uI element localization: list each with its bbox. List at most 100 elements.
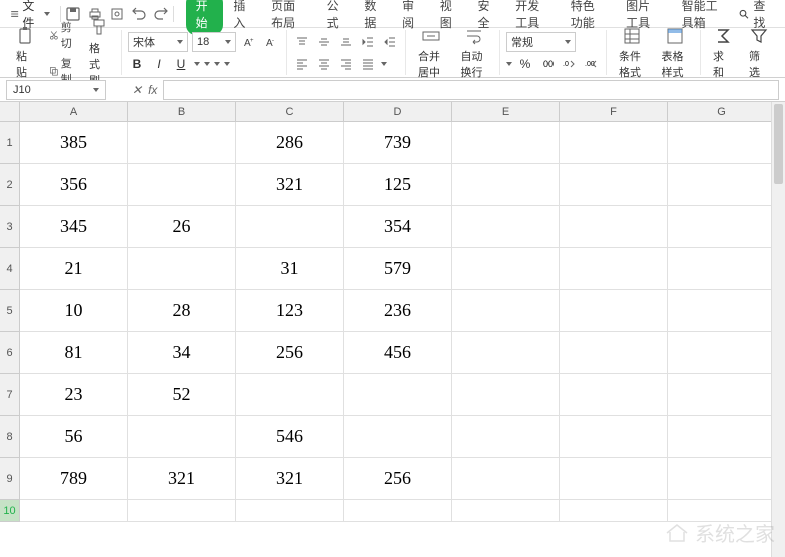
cell-E5[interactable] [452,290,560,332]
redo-icon[interactable] [153,6,169,22]
cell-C9[interactable]: 321 [236,458,344,500]
cell-B5[interactable]: 28 [128,290,236,332]
col-header-E[interactable]: E [452,102,560,122]
align-bottom-button[interactable] [337,33,355,51]
row-header-7[interactable]: 7 [0,374,20,416]
col-header-D[interactable]: D [344,102,452,122]
cell-E9[interactable] [452,458,560,500]
align-center-button[interactable] [315,55,333,73]
cell-G1[interactable] [668,122,776,164]
row-header-4[interactable]: 4 [0,248,20,290]
cell-E8[interactable] [452,416,560,458]
cell-B2[interactable] [128,164,236,206]
border-button[interactable] [194,62,200,66]
decrease-indent-button[interactable] [359,33,377,51]
row-header-3[interactable]: 3 [0,206,20,248]
col-header-F[interactable]: F [560,102,668,122]
row-header-1[interactable]: 1 [0,122,20,164]
increase-indent-button[interactable] [381,33,399,51]
italic-button[interactable]: I [150,55,168,73]
align-left-button[interactable] [293,55,311,73]
row-header-2[interactable]: 2 [0,164,20,206]
conditional-format-button[interactable]: 条件格式 [613,24,652,82]
cell-F5[interactable] [560,290,668,332]
col-header-A[interactable]: A [20,102,128,122]
increase-font-button[interactable]: A+ [240,33,258,51]
font-name-combo[interactable]: 宋体 [128,32,188,52]
underline-button[interactable]: U [172,55,190,73]
cell-A9[interactable]: 789 [20,458,128,500]
currency-button[interactable]: ¥ [506,62,512,66]
format-painter-button[interactable]: 格式刷 [83,16,115,90]
align-right-button[interactable] [337,55,355,73]
increase-decimal-button[interactable]: .0 [560,55,578,73]
name-box[interactable]: J10 [6,80,106,100]
orientation-button[interactable]: ab [381,62,387,66]
cell-A7[interactable]: 23 [20,374,128,416]
cell-B7[interactable]: 52 [128,374,236,416]
cell-D8[interactable] [344,416,452,458]
bold-button[interactable]: B [128,55,146,73]
cell-B4[interactable] [128,248,236,290]
cell-A1[interactable]: 385 [20,122,128,164]
font-color-button[interactable]: A [214,62,220,66]
cell-F7[interactable] [560,374,668,416]
comma-button[interactable]: 000 [538,55,556,73]
cell-G7[interactable] [668,374,776,416]
cell-C5[interactable]: 123 [236,290,344,332]
row-header-5[interactable]: 5 [0,290,20,332]
cell-F3[interactable] [560,206,668,248]
align-middle-button[interactable] [315,33,333,51]
scrollbar-thumb[interactable] [774,104,783,184]
vertical-scrollbar[interactable] [771,102,785,557]
cell-D7[interactable] [344,374,452,416]
cell-A8[interactable]: 56 [20,416,128,458]
filter-button[interactable]: 筛选 [743,24,775,82]
number-format-combo[interactable]: 常规 [506,32,576,52]
wrap-text-button[interactable]: 自动换行 [455,24,494,82]
fill-color-button[interactable] [204,62,210,66]
percent-button[interactable]: % [516,55,534,73]
align-top-button[interactable] [293,33,311,51]
font-size-combo[interactable]: 18 [192,32,236,52]
cut-button[interactable]: 剪切 [46,18,79,52]
cell-D3[interactable]: 354 [344,206,452,248]
col-header-C[interactable]: C [236,102,344,122]
decrease-font-button[interactable]: A- [262,33,280,51]
cell-A3[interactable]: 345 [20,206,128,248]
cell-E1[interactable] [452,122,560,164]
cell-C2[interactable]: 321 [236,164,344,206]
fx-icon[interactable]: fx [148,83,157,97]
undo-icon[interactable] [131,6,147,22]
cell-G5[interactable] [668,290,776,332]
cell-A5[interactable]: 10 [20,290,128,332]
cell-C6[interactable]: 256 [236,332,344,374]
cell-C3[interactable] [236,206,344,248]
cell-B8[interactable] [128,416,236,458]
table-style-button[interactable]: 表格样式 [656,24,695,82]
cell-G10[interactable] [668,500,776,522]
cell-B3[interactable]: 26 [128,206,236,248]
paste-button[interactable]: 粘贴 [10,24,42,82]
cell-A10[interactable] [20,500,128,522]
justify-button[interactable] [359,55,377,73]
cell-G2[interactable] [668,164,776,206]
cell-E10[interactable] [452,500,560,522]
cell-C7[interactable] [236,374,344,416]
cell-G4[interactable] [668,248,776,290]
cell-B10[interactable] [128,500,236,522]
cell-D9[interactable]: 256 [344,458,452,500]
cell-A2[interactable]: 356 [20,164,128,206]
cell-E4[interactable] [452,248,560,290]
cell-D10[interactable] [344,500,452,522]
sum-button[interactable]: 求和 [707,24,739,82]
decrease-decimal-button[interactable]: .00 [582,55,600,73]
cell-E6[interactable] [452,332,560,374]
cell-F9[interactable] [560,458,668,500]
cell-G6[interactable] [668,332,776,374]
row-header-9[interactable]: 9 [0,458,20,500]
cell-E7[interactable] [452,374,560,416]
cell-D2[interactable]: 125 [344,164,452,206]
cell-D4[interactable]: 579 [344,248,452,290]
row-header-10[interactable]: 10 [0,500,20,522]
